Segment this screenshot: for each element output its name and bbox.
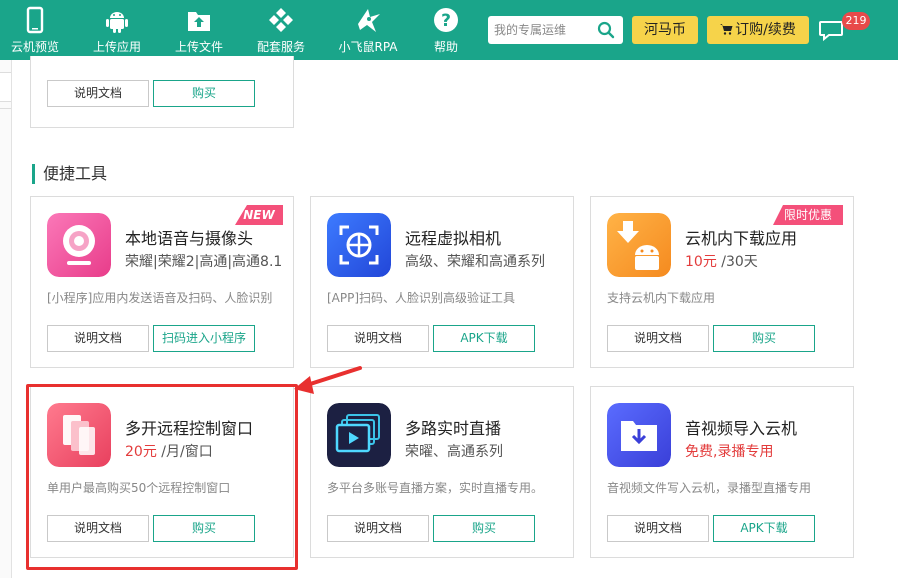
price: 免费,录播专用 (685, 444, 774, 460)
webcam-icon (47, 213, 111, 277)
upload-file-icon (188, 12, 210, 31)
left-sidebar-collapsed (0, 60, 12, 578)
search-input[interactable] (494, 20, 594, 40)
doc-button[interactable]: 说明文档 (327, 325, 429, 352)
phone-icon (26, 6, 44, 34)
tool-card-media-import: 音视频导入云机 免费,录播专用 音视频文件写入云机，录播型直播专用 说明文档 A… (590, 386, 854, 558)
tool-card-live-stream: 多路实时直播 荣曜、高通系列 多平台多账号直播方案，实时直播专用。 说明文档 购… (310, 386, 574, 558)
order-renew-button[interactable]: 订购/续费 (707, 16, 809, 44)
help-icon: ? (434, 8, 458, 32)
android-download-icon (607, 213, 671, 277)
section-title: 便捷工具 (32, 164, 107, 184)
card-description: [APP]扫码、人脸识别高级验证工具 (327, 291, 516, 305)
nav-label: 上传应用 (92, 40, 141, 54)
doc-button[interactable]: 说明文档 (607, 325, 709, 352)
doc-button[interactable]: 说明文档 (327, 515, 429, 542)
coin-button[interactable]: 河马币 (632, 16, 698, 44)
nav-services[interactable]: 配套服务 (250, 0, 312, 60)
price-unit: /30天 (716, 254, 758, 270)
nav-upload-file[interactable]: 上传文件 (168, 0, 230, 60)
order-renew-label: 订购/续费 (735, 22, 796, 38)
new-tag: NEW (235, 205, 283, 225)
card-description: [小程序]应用内发送语音及扫码、人脸识别 (47, 291, 273, 305)
card-description: 音视频文件写入云机，录播型直播专用 (607, 481, 812, 495)
annotation-arrow-icon (294, 366, 362, 394)
tool-card-local-voice-camera: NEW 本地语音与摄像头 荣耀|荣耀2|高通|高通8.1 [小程序]应用内发送语… (30, 196, 294, 368)
price: 10元 (685, 254, 717, 270)
nav-label: 配套服务 (256, 40, 305, 54)
nav-upload-app[interactable]: 上传应用 (86, 0, 148, 60)
live-stream-icon (327, 403, 391, 467)
scan-miniprogram-button[interactable]: 扫码进入小程序 (153, 325, 255, 352)
sidebar-item[interactable] (0, 72, 11, 102)
cart-icon (720, 24, 733, 35)
android-icon (106, 12, 128, 33)
buy-button[interactable]: 购买 (153, 80, 255, 107)
doc-button[interactable]: 说明文档 (47, 80, 149, 107)
buy-button[interactable]: 购买 (433, 515, 535, 542)
limited-offer-tag: 限时优惠 (773, 205, 843, 225)
card-subtitle: 高级、荣耀和高通系列 (405, 254, 545, 270)
card-subtitle: 10元 /30天 (685, 251, 758, 271)
chat-icon[interactable] (818, 18, 844, 42)
nav-label: 上传文件 (174, 40, 223, 54)
partial-tool-card: 说明文档 购买 (30, 56, 294, 128)
nav-label: 小飞鼠RPA (338, 40, 398, 54)
notification-badge: 219 (842, 12, 870, 30)
divider (0, 108, 11, 109)
doc-button[interactable]: 说明文档 (47, 325, 149, 352)
apk-download-button[interactable]: APK下载 (433, 325, 535, 352)
nav-cloud-preview[interactable]: 云机预览 (4, 0, 66, 60)
flying-squirrel-icon (358, 9, 380, 32)
card-title: 音视频导入云机 (685, 419, 798, 438)
media-import-icon (607, 403, 671, 467)
search-icon[interactable] (597, 21, 615, 39)
card-title: 本地语音与摄像头 (125, 229, 254, 248)
tool-card-cloud-download: 限时优惠 云机内下载应用 10元 /30天 支持云机内下载应用 说明文档 购买 (590, 196, 854, 368)
virtual-camera-icon (327, 213, 391, 277)
buy-button[interactable]: 购买 (713, 325, 815, 352)
card-title: 多路实时直播 (405, 419, 502, 438)
nav-help[interactable]: ? 帮助 (418, 0, 474, 60)
svg-text:?: ? (441, 11, 451, 31)
card-subtitle: 荣曜、高通系列 (405, 444, 503, 460)
nav-rpa[interactable]: 小飞鼠RPA (334, 0, 402, 60)
diamond-grid-icon (269, 8, 293, 32)
nav-label: 帮助 (433, 40, 458, 54)
apk-download-button[interactable]: APK下载 (713, 515, 815, 542)
card-subtitle: 荣耀|荣耀2|高通|高通8.1 (125, 254, 283, 270)
card-description: 支持云机内下载应用 (607, 291, 716, 305)
top-navigation-bar: 云机预览 上传应用 上传文件 配套服务 小飞鼠RPA ? 帮助 河马币 订购/续… (0, 0, 898, 60)
nav-label: 云机预览 (10, 40, 59, 54)
card-description: 多平台多账号直播方案，实时直播专用。 (327, 481, 544, 495)
card-subtitle: 免费,录播专用 (685, 441, 773, 461)
card-title: 云机内下载应用 (685, 229, 798, 248)
doc-button[interactable]: 说明文档 (607, 515, 709, 542)
tool-card-virtual-camera: 远程虚拟相机 高级、荣耀和高通系列 [APP]扫码、人脸识别高级验证工具 说明文… (310, 196, 574, 368)
card-title: 远程虚拟相机 (405, 229, 502, 248)
annotation-highlight-box (26, 384, 298, 570)
search-box (488, 16, 623, 44)
